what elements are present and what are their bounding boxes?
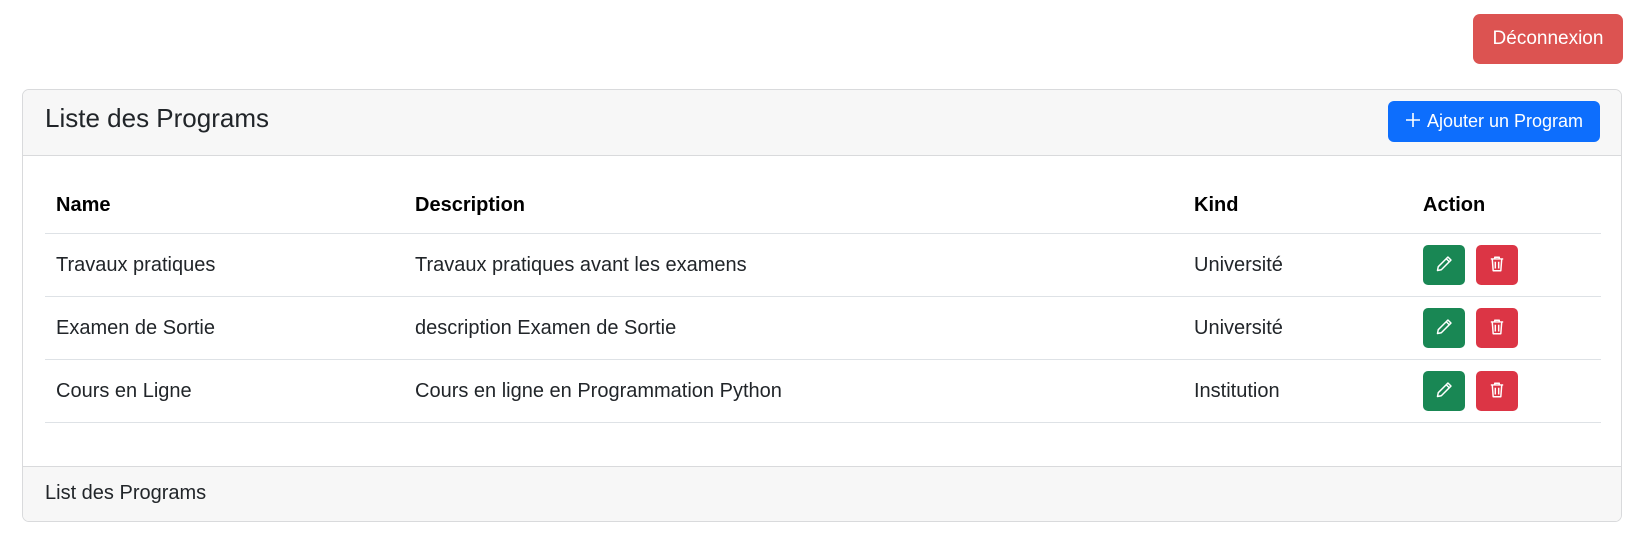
edit-button[interactable] <box>1423 308 1465 348</box>
delete-button[interactable] <box>1476 245 1518 285</box>
add-program-label: Ajouter un Program <box>1426 111 1584 131</box>
delete-button[interactable] <box>1476 371 1518 411</box>
cell-name: Travaux pratiques <box>45 233 404 297</box>
trash-icon <box>1488 381 1506 402</box>
column-header-kind: Kind <box>1183 178 1412 234</box>
table-header-row: Name Description Kind Action <box>45 178 1601 234</box>
trash-icon <box>1488 318 1506 339</box>
card-body: Name Description Kind Action Travaux pra… <box>23 156 1621 474</box>
edit-button[interactable] <box>1423 371 1465 411</box>
programs-card: Liste des Programs Ajouter un Program Na… <box>22 89 1622 522</box>
table-row: Examen de Sortie description Examen de S… <box>45 296 1601 360</box>
card-header: Liste des Programs Ajouter un Program <box>23 90 1621 156</box>
cell-actions <box>1412 359 1601 423</box>
cell-name: Cours en Ligne <box>45 359 404 423</box>
cell-actions <box>1412 233 1601 297</box>
column-header-description: Description <box>404 178 1183 234</box>
cell-name: Examen de Sortie <box>45 296 404 360</box>
add-program-button[interactable]: Ajouter un Program <box>1388 101 1600 142</box>
plus-icon <box>1405 110 1421 132</box>
logout-button[interactable]: Déconnexion <box>1473 14 1623 64</box>
page-title: Liste des Programs <box>45 103 269 133</box>
cell-kind: Institution <box>1183 359 1412 423</box>
cell-description: Cours en ligne en Programmation Python <box>404 359 1183 423</box>
trash-icon <box>1488 255 1506 276</box>
column-header-name: Name <box>45 178 404 234</box>
delete-button[interactable] <box>1476 308 1518 348</box>
cell-kind: Université <box>1183 296 1412 360</box>
table-row: Travaux pratiques Travaux pratiques avan… <box>45 233 1601 297</box>
cell-kind: Université <box>1183 233 1412 297</box>
cell-description: description Examen de Sortie <box>404 296 1183 360</box>
programs-table: Name Description Kind Action Travaux pra… <box>45 178 1601 423</box>
cell-actions <box>1412 296 1601 360</box>
pencil-icon <box>1435 381 1453 402</box>
column-header-action: Action <box>1412 178 1601 234</box>
footer-text: List des Programs <box>45 482 207 504</box>
card-footer: List des Programs <box>23 466 1621 521</box>
table-row: Cours en Ligne Cours en ligne en Program… <box>45 359 1601 423</box>
pencil-icon <box>1435 318 1453 339</box>
pencil-icon <box>1435 255 1453 276</box>
edit-button[interactable] <box>1423 245 1465 285</box>
cell-description: Travaux pratiques avant les examens <box>404 233 1183 297</box>
